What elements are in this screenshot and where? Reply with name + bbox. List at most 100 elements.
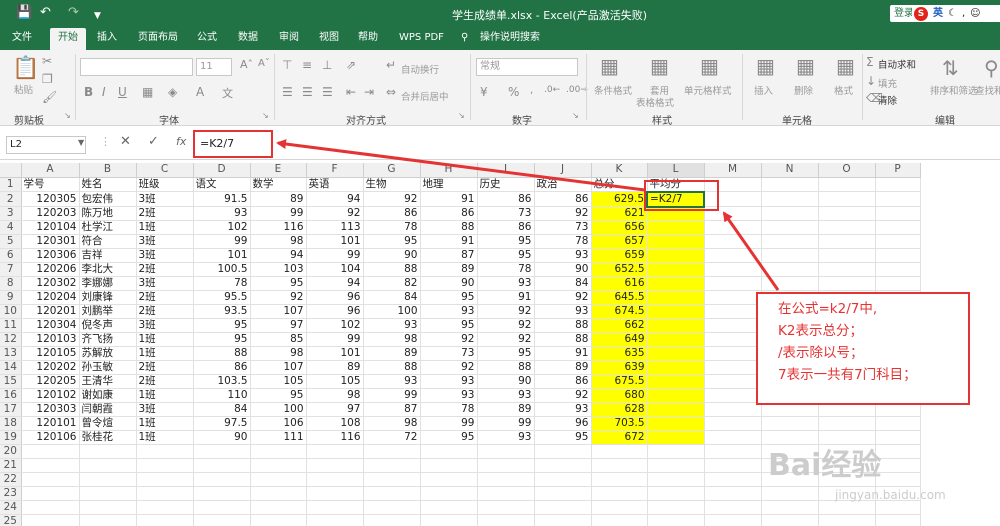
column-header[interactable]: J [534, 163, 592, 178]
data-cell[interactable]: 2班 [136, 304, 194, 319]
tab-data[interactable]: 数据 [238, 28, 258, 50]
undo-icon[interactable]: ↶ [40, 6, 51, 20]
data-cell[interactable]: 107 [250, 360, 307, 375]
empty-cell[interactable] [193, 458, 251, 473]
empty-cell[interactable] [704, 472, 762, 487]
empty-cell[interactable] [704, 388, 762, 403]
select-all-corner[interactable] [0, 163, 22, 178]
data-cell[interactable]: 2班 [136, 360, 194, 375]
data-cell[interactable]: 吉祥 [79, 248, 137, 263]
empty-cell[interactable] [704, 444, 762, 459]
empty-cell[interactable] [420, 514, 478, 526]
data-cell[interactable]: 88 [420, 220, 478, 235]
decrease-indent-icon[interactable]: ⇤ [346, 85, 356, 99]
orientation-icon[interactable]: ⇗ [346, 58, 356, 72]
data-cell[interactable]: 1班 [136, 332, 194, 347]
empty-cell[interactable] [818, 500, 876, 515]
empty-cell[interactable] [136, 458, 194, 473]
data-cell[interactable]: 90 [363, 248, 421, 263]
data-cell[interactable]: 3班 [136, 402, 194, 417]
data-cell[interactable]: 116 [250, 220, 307, 235]
formula-input[interactable]: =K2/7 [193, 130, 273, 158]
format-painter-icon[interactable]: 🖌 [42, 90, 57, 104]
border-icon[interactable]: ▦ [142, 85, 153, 99]
empty-cell[interactable] [818, 248, 876, 263]
empty-cell[interactable] [136, 472, 194, 487]
row-header[interactable]: 19 [0, 430, 22, 445]
data-cell[interactable]: 84 [534, 276, 592, 291]
tab-view[interactable]: 视图 [319, 28, 339, 50]
data-cell[interactable] [647, 430, 705, 445]
data-cell[interactable]: 635 [591, 346, 648, 361]
data-cell[interactable]: 88 [193, 346, 251, 361]
table-format-icon[interactable]: ▦ [650, 54, 669, 78]
column-header[interactable]: M [704, 163, 762, 178]
percent-icon[interactable]: % [508, 85, 519, 99]
data-cell[interactable]: 93 [420, 374, 478, 389]
data-cell[interactable]: 92 [363, 191, 421, 207]
row-header[interactable]: 5 [0, 234, 22, 249]
column-header[interactable]: E [250, 163, 307, 178]
column-header-selected[interactable]: L [647, 163, 705, 178]
data-cell[interactable]: 86 [363, 206, 421, 221]
empty-cell[interactable] [306, 472, 364, 487]
empty-cell[interactable] [704, 262, 762, 277]
tab-help[interactable]: 帮助 [358, 28, 378, 50]
bold-icon[interactable]: B [84, 85, 93, 99]
data-cell[interactable] [647, 388, 705, 403]
data-cell[interactable]: 120106 [21, 430, 80, 445]
empty-cell[interactable] [136, 500, 194, 515]
data-cell[interactable] [647, 360, 705, 375]
empty-cell[interactable] [306, 486, 364, 501]
data-cell[interactable]: 98 [363, 416, 421, 431]
data-cell[interactable]: 96 [534, 416, 592, 431]
data-cell[interactable]: 刘康锋 [79, 290, 137, 305]
data-cell[interactable]: 张桂花 [79, 430, 137, 445]
data-cell[interactable]: 78 [363, 220, 421, 235]
data-cell[interactable]: 倪冬声 [79, 318, 137, 333]
column-header[interactable]: G [363, 163, 421, 178]
data-cell[interactable]: 杜学江 [79, 220, 137, 235]
data-cell[interactable]: 95 [477, 234, 535, 249]
autosum-icon[interactable]: Σ [866, 55, 874, 69]
row-header[interactable]: 24 [0, 500, 22, 515]
data-cell[interactable]: 93 [420, 388, 478, 403]
font-name-select[interactable] [80, 58, 193, 76]
fill-color-icon[interactable]: ◈ [168, 85, 177, 99]
row-header[interactable]: 11 [0, 318, 22, 333]
data-cell[interactable]: 93.5 [193, 304, 251, 319]
empty-cell[interactable] [250, 458, 307, 473]
empty-cell[interactable] [875, 458, 921, 473]
data-cell[interactable]: 120303 [21, 402, 80, 417]
number-format-select[interactable]: 常规 [476, 58, 578, 76]
data-cell[interactable]: 120105 [21, 346, 80, 361]
data-cell[interactable]: 93 [363, 374, 421, 389]
data-cell[interactable]: 120205 [21, 374, 80, 389]
tab-formulas[interactable]: 公式 [197, 28, 217, 50]
row-header[interactable]: 13 [0, 346, 22, 361]
emoji-icon[interactable]: ☺ [970, 5, 980, 22]
data-cell[interactable]: 102 [306, 318, 364, 333]
data-cell[interactable]: 92 [534, 290, 592, 305]
conditional-format-label[interactable]: 条件格式 [594, 83, 632, 97]
row-header[interactable]: 10 [0, 304, 22, 319]
column-header[interactable]: D [193, 163, 251, 178]
empty-cell[interactable] [704, 276, 762, 291]
find-select-label[interactable]: 查找和选择 [975, 83, 1000, 97]
empty-cell[interactable] [534, 500, 592, 515]
empty-cell[interactable] [477, 472, 535, 487]
data-cell[interactable]: 99 [306, 332, 364, 347]
data-cell[interactable]: 659 [591, 248, 648, 263]
data-cell[interactable]: 94 [250, 248, 307, 263]
data-cell[interactable]: 84 [363, 290, 421, 305]
data-cell[interactable]: 95 [250, 388, 307, 403]
sort-filter-icon[interactable]: ⇅ [942, 56, 959, 80]
empty-cell[interactable] [875, 177, 921, 192]
empty-cell[interactable] [79, 486, 137, 501]
empty-cell[interactable] [875, 220, 921, 235]
data-cell[interactable]: 92 [306, 206, 364, 221]
column-header[interactable]: K [591, 163, 648, 178]
header-cell[interactable]: 学号 [21, 177, 80, 192]
data-cell[interactable]: 73 [420, 346, 478, 361]
empty-cell[interactable] [761, 191, 819, 207]
